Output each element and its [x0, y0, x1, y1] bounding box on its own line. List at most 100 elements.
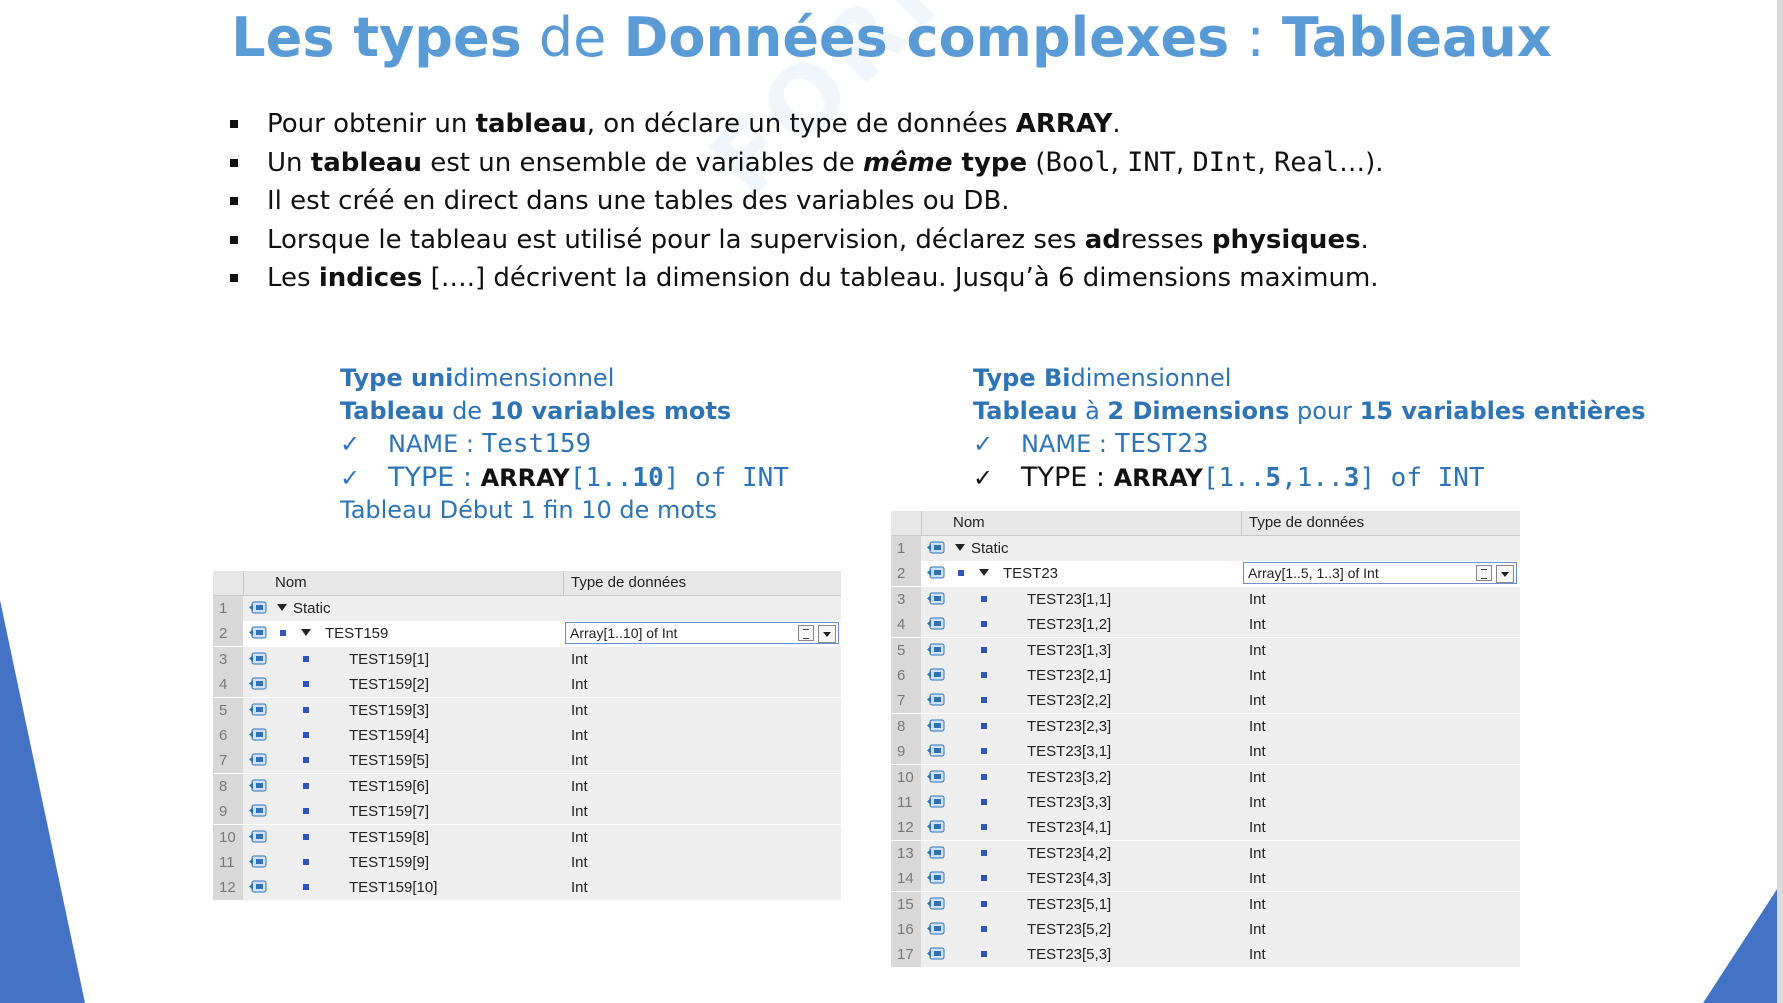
variable-name[interactable]: TEST159[2]	[349, 676, 429, 693]
table-row[interactable]: 12 TEST23[4,1] Int	[891, 815, 1520, 842]
variable-name[interactable]: TEST159[1]	[349, 651, 429, 668]
row-number: 8	[213, 773, 243, 799]
member-marker-icon	[303, 757, 309, 764]
table-row[interactable]: 5 TEST23[1,3] Int	[891, 637, 1520, 664]
db-variable-icon	[927, 770, 945, 783]
variable-name[interactable]: TEST23[2,3]	[1027, 718, 1111, 735]
member-marker-icon	[981, 875, 987, 882]
table-row[interactable]: 11 TEST23[3,3] Int	[891, 790, 1520, 816]
variable-name[interactable]: TEST159[3]	[349, 702, 429, 719]
variable-name[interactable]: TEST23[4,1]	[1027, 819, 1111, 836]
db-variable-icon	[249, 880, 267, 893]
variable-name[interactable]: TEST23[2,2]	[1027, 692, 1111, 709]
variable-name[interactable]: TEST159[10]	[349, 879, 437, 896]
table-row[interactable]: 6 TEST159[4] Int	[213, 723, 841, 749]
variable-name[interactable]: TEST159[4]	[349, 727, 429, 744]
table-row[interactable]: 10 TEST159[8] Int	[213, 824, 841, 851]
slide-title: Les types de Données complexes : Tableau…	[231, 6, 1552, 69]
table-row[interactable]: 11 TEST159[9] Int	[213, 850, 841, 876]
expand-toggle-icon[interactable]	[277, 604, 287, 611]
row-number: 8	[891, 713, 921, 739]
dropdown-arrow-icon[interactable]	[1496, 565, 1514, 584]
variable-name[interactable]: TEST159[7]	[349, 803, 429, 820]
table-row[interactable]: 16 TEST23[5,2] Int	[891, 917, 1520, 943]
variable-name[interactable]: TEST159[9]	[349, 854, 429, 871]
variable-name[interactable]: TEST23[1,3]	[1027, 642, 1111, 659]
member-marker-icon	[303, 681, 309, 688]
data-type-editor[interactable]: Array[1..10] of Int	[565, 622, 839, 645]
table-row[interactable]: 7 TEST159[5] Int	[213, 748, 841, 775]
variable-name[interactable]: TEST159[5]	[349, 752, 429, 769]
table-row[interactable]: 2 TEST23 Array[1..5, 1..3] of Int	[891, 561, 1520, 588]
table-row[interactable]: 2 TEST159 Array[1..10] of Int	[213, 621, 841, 648]
variable-name[interactable]: TEST23	[1003, 565, 1058, 582]
row-number: 6	[213, 723, 243, 748]
bi-name-line: ✓ NAME : TEST23	[973, 429, 1209, 459]
variable-name[interactable]: TEST23[5,1]	[1027, 896, 1111, 913]
member-marker-icon	[303, 732, 309, 738]
row-number: 17	[891, 942, 921, 968]
bullet-item: Les indices [….] décrivent la dimension …	[230, 259, 1383, 298]
data-type-value: Array[1..10] of Int	[570, 625, 678, 642]
data-type-editor[interactable]: Array[1..5, 1..3] of Int	[1243, 562, 1517, 585]
row-number: 15	[891, 891, 921, 917]
variable-name[interactable]: TEST23[3,3]	[1027, 794, 1111, 811]
expand-toggle-icon[interactable]	[301, 629, 311, 637]
table-row[interactable]: 13 TEST23[4,2] Int	[891, 840, 1520, 867]
db-variable-icon	[249, 626, 267, 639]
uni-subheading: Tableau de 10 variables mots	[340, 397, 732, 425]
table-row[interactable]: 5 TEST159[3] Int	[213, 697, 841, 724]
table-row[interactable]: 1 Static	[891, 536, 1520, 562]
list-icon[interactable]	[1476, 565, 1492, 582]
row-number: 1	[891, 536, 921, 561]
variable-name[interactable]: TEST23[5,2]	[1027, 921, 1111, 938]
table-row[interactable]: 17 TEST23[5,3] Int	[891, 942, 1520, 969]
table-row[interactable]: 8 TEST159[6] Int	[213, 773, 841, 800]
uni-section: Type unidimensionnel Tableau de 10 varia…	[340, 362, 789, 527]
row-number: 2	[213, 621, 243, 647]
col-header-type: Type de données	[1249, 514, 1365, 531]
table-row[interactable]: 7 TEST23[2,2] Int	[891, 688, 1520, 715]
table-row[interactable]: 14 TEST23[4,3] Int	[891, 866, 1520, 893]
row-number: 11	[213, 850, 243, 875]
list-icon[interactable]	[798, 625, 814, 642]
table-row[interactable]: 6 TEST23[2,1] Int	[891, 663, 1520, 689]
member-marker-icon	[981, 748, 987, 755]
variable-name[interactable]: Static	[971, 540, 1009, 557]
variable-name[interactable]: TEST23[5,3]	[1027, 946, 1111, 963]
table-row[interactable]: 12 TEST159[10] Int	[213, 875, 841, 902]
variable-name[interactable]: TEST23[3,1]	[1027, 743, 1111, 760]
variable-name[interactable]: TEST159[8]	[349, 829, 429, 846]
table-row[interactable]: 8 TEST23[2,3] Int	[891, 713, 1520, 740]
member-marker-icon	[303, 859, 309, 865]
db-variable-icon	[927, 617, 945, 630]
table-row[interactable]: 4 TEST23[1,2] Int	[891, 612, 1520, 639]
variable-name[interactable]: TEST23[1,1]	[1027, 591, 1111, 608]
table-row[interactable]: 3 TEST159[1] Int	[213, 646, 841, 673]
db-variable-icon	[249, 703, 267, 716]
dropdown-arrow-icon[interactable]	[818, 625, 836, 644]
variable-name[interactable]: TEST23[3,2]	[1027, 769, 1111, 786]
table-row[interactable]: 15 TEST23[5,1] Int	[891, 891, 1520, 918]
table-row[interactable]: 9 TEST159[7] Int	[213, 799, 841, 826]
variable-name[interactable]: TEST23[4,3]	[1027, 870, 1111, 887]
variable-name[interactable]: TEST159	[325, 625, 388, 642]
table-row[interactable]: 10 TEST23[3,2] Int	[891, 764, 1520, 791]
expand-toggle-icon[interactable]	[955, 544, 965, 551]
table-row[interactable]: 1 Static	[213, 596, 841, 622]
variable-name[interactable]: TEST23[1,2]	[1027, 616, 1111, 633]
row-number: 5	[213, 697, 243, 723]
variable-name[interactable]: TEST23[2,1]	[1027, 667, 1111, 684]
variable-name[interactable]: Static	[293, 600, 331, 617]
data-type-value: Int	[1249, 921, 1266, 938]
db-variable-icon	[927, 744, 945, 757]
variable-name[interactable]: TEST159[6]	[349, 778, 429, 795]
expand-toggle-icon[interactable]	[979, 569, 989, 577]
table-row[interactable]: 3 TEST23[1,1] Int	[891, 586, 1520, 613]
table-row[interactable]: 9 TEST23[3,1] Int	[891, 739, 1520, 766]
db-variable-icon	[927, 566, 945, 579]
table-row[interactable]: 4 TEST159[2] Int	[213, 672, 841, 699]
db-variable-icon	[249, 830, 267, 843]
variable-table-test159: Nom Type de données 1 Static 2 TEST159 Array…	[213, 571, 841, 902]
variable-name[interactable]: TEST23[4,2]	[1027, 845, 1111, 862]
